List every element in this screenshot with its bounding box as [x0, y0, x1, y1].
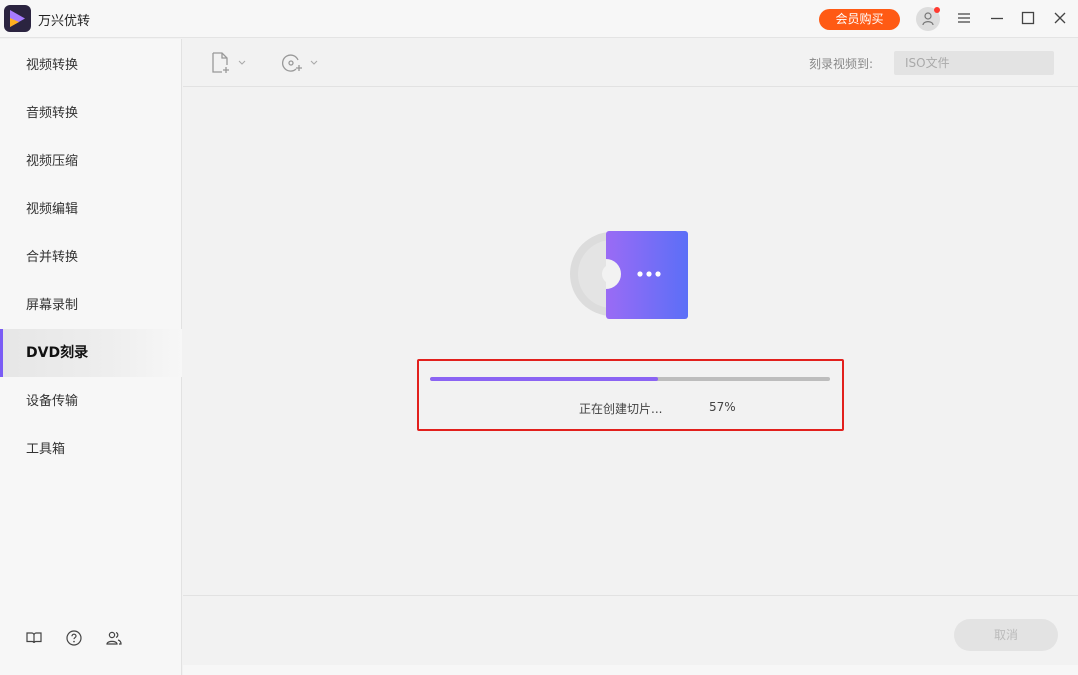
bottom-strip — [183, 665, 1078, 675]
vip-purchase-button[interactable]: 会员购买 — [819, 9, 900, 30]
sidebar-item-screen-record[interactable]: 屏幕录制 — [0, 282, 182, 330]
notification-dot — [934, 7, 940, 13]
user-avatar-icon[interactable] — [916, 7, 940, 31]
burn-target-select[interactable]: ISO文件 — [894, 51, 1054, 75]
sidebar-item-dvd-burn[interactable]: DVD刻录 — [0, 329, 182, 377]
progress-bar-fill — [430, 377, 658, 381]
sidebar-item-video-compress[interactable]: 视频压缩 — [0, 138, 182, 186]
sidebar-item-toolbox[interactable]: 工具箱 — [0, 426, 182, 474]
app-title: 万兴优转 — [38, 14, 91, 29]
toolbar: 刻录视频到: ISO文件 — [183, 39, 1078, 87]
dvd-burning-icon — [570, 229, 690, 319]
users-icon[interactable] — [105, 629, 123, 647]
sidebar-item-device-transfer[interactable]: 设备传输 — [0, 378, 182, 426]
sidebar-item-video-edit[interactable]: 视频编辑 — [0, 186, 182, 234]
sidebar: 视频转换 音频转换 视频压缩 视频编辑 合并转换 屏幕录制 DVD刻录 设备传输… — [0, 39, 182, 675]
sidebar-item-audio-convert[interactable]: 音频转换 — [0, 90, 182, 138]
progress-panel: 正在创建切片... 57% — [417, 359, 844, 431]
cancel-button[interactable]: 取消 — [954, 619, 1058, 651]
sidebar-item-video-convert[interactable]: 视频转换 — [0, 42, 182, 90]
burn-to-label: 刻录视频到: — [809, 57, 874, 71]
sidebar-item-merge-convert[interactable]: 合并转换 — [0, 234, 182, 282]
main-content: 正在创建切片... 57% — [183, 88, 1078, 595]
close-icon[interactable] — [1051, 9, 1069, 27]
app-logo-icon — [4, 5, 31, 32]
title-bar: 万兴优转 会员购买 — [0, 0, 1078, 38]
add-file-icon[interactable] — [209, 52, 249, 74]
minimize-icon[interactable] — [988, 9, 1006, 27]
maximize-icon[interactable] — [1019, 9, 1037, 27]
progress-bar — [430, 377, 830, 381]
add-disc-icon[interactable] — [281, 52, 321, 74]
book-icon[interactable] — [25, 629, 43, 647]
help-icon[interactable] — [65, 629, 83, 647]
menu-icon[interactable] — [955, 9, 973, 27]
progress-status-text: 正在创建切片... — [579, 402, 663, 416]
footer-bar: 取消 — [183, 595, 1078, 665]
progress-percent: 57% — [709, 400, 736, 414]
